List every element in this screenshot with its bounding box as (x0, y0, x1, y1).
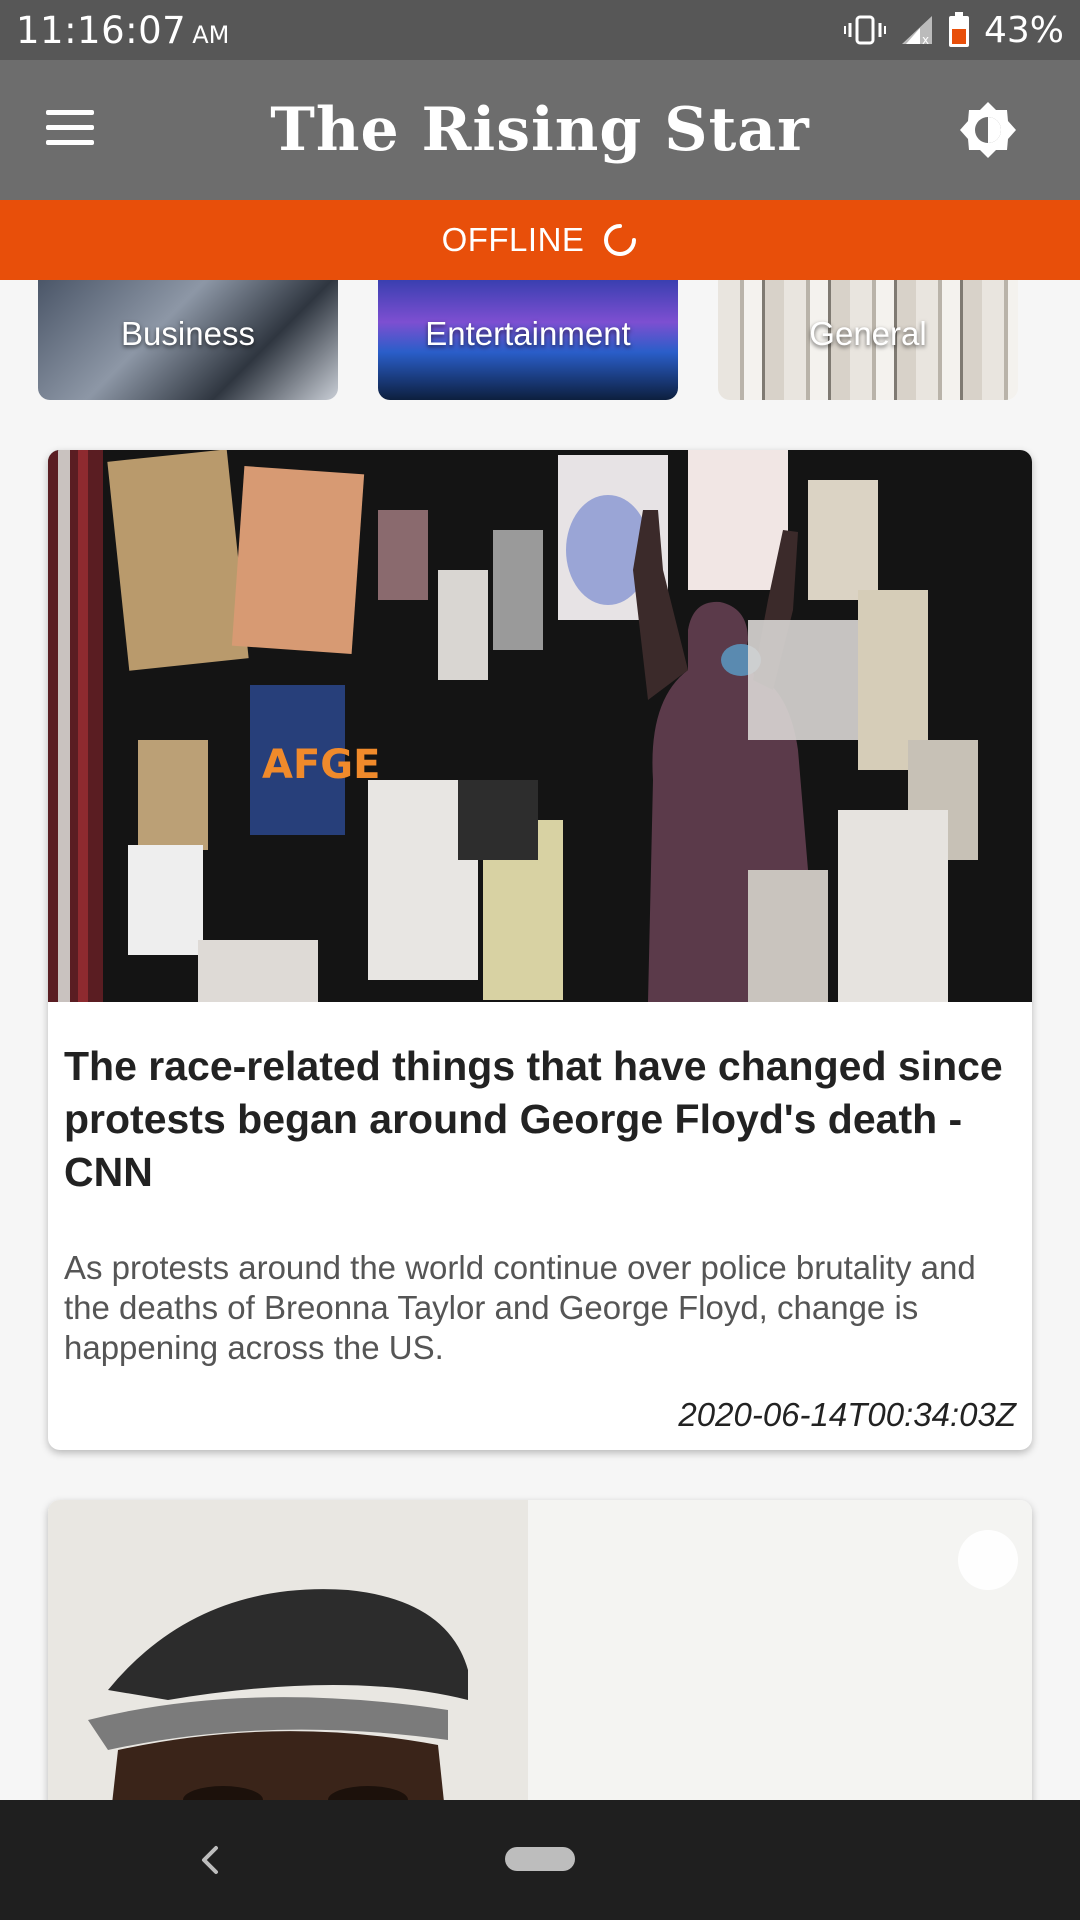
article-title[interactable]: The race-related things that have change… (64, 1040, 1004, 1199)
vibrate-icon (843, 15, 886, 45)
app-title: The Rising Star (270, 95, 810, 165)
category-label: General (809, 315, 927, 352)
back-chevron-icon[interactable] (190, 1840, 230, 1880)
app-bar: The Rising Star (0, 60, 1080, 200)
brightness-icon[interactable] (958, 100, 1018, 160)
offline-banner: OFFLINE (0, 200, 1080, 280)
category-label: Business (121, 315, 255, 352)
loading-spinner-icon (604, 224, 637, 256)
category-label: Entertainment (425, 315, 631, 352)
category-entertainment[interactable]: Entertainment (378, 280, 678, 400)
category-business[interactable]: Business (38, 280, 338, 400)
article-image (48, 1500, 1032, 1840)
status-time: 11:16:07 (16, 8, 187, 52)
article-description: As protests around the world continue ov… (64, 1249, 976, 1366)
article-image: AFGE (48, 450, 1032, 1002)
home-pill-icon[interactable] (505, 1847, 575, 1871)
article-card[interactable]: AFGE The race-related things that have c… (48, 450, 1032, 1450)
offline-text: OFFLINE (441, 221, 585, 258)
article-date: 2020-06-14T00:34:03Z (678, 1396, 1016, 1433)
battery-percent: 43% (983, 9, 1064, 51)
svg-text:x: x (922, 33, 929, 46)
status-ampm: AM (192, 21, 230, 49)
category-strip: Business Entertainment General (0, 280, 1080, 400)
status-icons: x 43% (843, 9, 1064, 51)
status-bar: 11:16:07 AM x 43% (0, 0, 1080, 60)
svg-text:AFGE: AFGE (262, 742, 380, 788)
battery-icon (948, 12, 969, 47)
hamburger-menu-icon[interactable] (46, 110, 94, 150)
article-card[interactable] (48, 1500, 1032, 1840)
signal-icon: x (901, 16, 932, 46)
category-general[interactable]: General (718, 280, 1018, 400)
